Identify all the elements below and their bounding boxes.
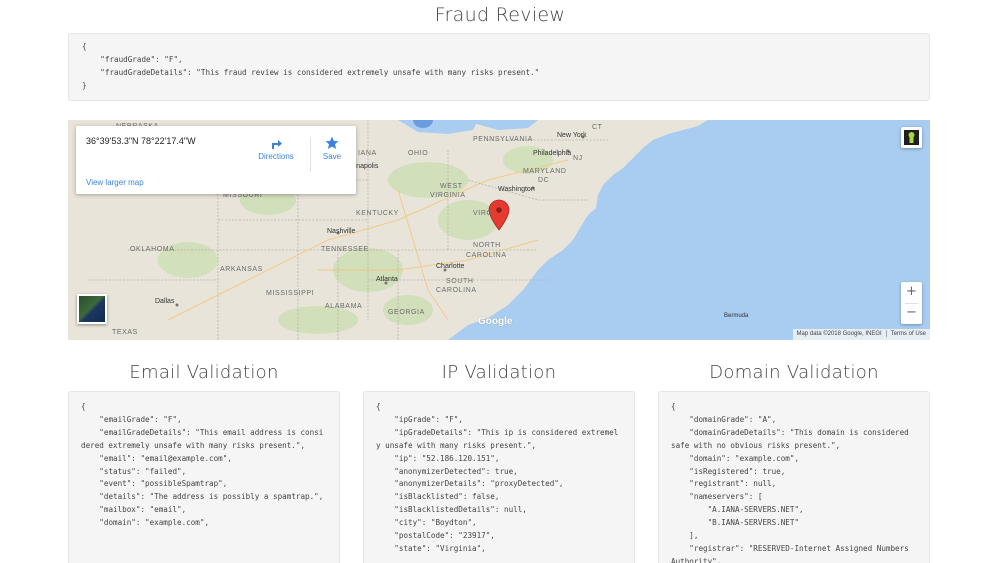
map-label: PENNSYLVANIA — [473, 136, 533, 143]
divider — [310, 138, 311, 172]
zoom-control: + − — [901, 282, 922, 324]
map-label: SOUTH — [446, 278, 474, 285]
terms-link[interactable]: Terms of Use — [891, 331, 926, 337]
email-validation-json: { "emailGrade": "F", "emailGradeDetails"… — [68, 391, 340, 563]
map-label: CAROLINA — [466, 252, 507, 259]
save-label: Save — [322, 152, 342, 161]
zoom-in-button[interactable]: + — [901, 282, 922, 302]
map-label: Washington — [498, 186, 535, 193]
map-label: TENNESSEE — [321, 246, 369, 253]
map-label: NJ — [573, 155, 583, 162]
map-label: KENTUCKY — [356, 210, 399, 217]
map-data-text: Map data ©2018 Google, INEGI — [796, 331, 882, 337]
map-label: Bermuda — [724, 313, 749, 319]
map-label: ARKANSAS — [220, 266, 263, 273]
domain-validation-json: { "domainGrade": "A", "domainGradeDetail… — [658, 391, 930, 563]
map-attribution: Map data ©2018 Google, INEGI Terms of Use — [792, 329, 930, 340]
map-label: CAROLINA — [436, 287, 477, 294]
zoom-out-button[interactable]: − — [901, 303, 922, 323]
map-label: VIRGI — [473, 210, 496, 217]
map-label: Philadelphia — [533, 150, 572, 157]
view-larger-map-link[interactable]: View larger map — [86, 178, 144, 187]
ip-validation-json: { "ipGrade": "F", "ipGradeDetails": "Thi… — [363, 391, 635, 563]
fraud-review-json: { "fraudGrade": "F", "fraudGradeDetails"… — [68, 33, 930, 101]
map-label: CT — [592, 124, 603, 131]
map-label: Charlotte — [436, 263, 465, 270]
satellite-toggle-button[interactable] — [77, 294, 107, 324]
map-label: Dallas — [155, 298, 175, 305]
map-label: OHIO — [408, 150, 429, 157]
ip-validation-title: IP Validation — [441, 362, 557, 383]
pegman-icon — [904, 130, 919, 145]
google-logo: Google — [478, 316, 513, 327]
map-embed[interactable]: NEBRASKA IANA OHIO PENNSYLVANIA New York… — [68, 120, 930, 340]
directions-label: Directions — [258, 152, 294, 161]
map-label: WEST — [440, 183, 463, 190]
map-label: OKLAHOMA — [130, 246, 175, 253]
map-label: MARYLAND — [523, 168, 567, 175]
map-label: Nashville — [327, 228, 356, 235]
map-label: MISSISSIPPI — [266, 290, 315, 297]
directions-icon — [272, 140, 282, 149]
email-validation-title: Email Validation — [129, 362, 279, 383]
map-label: New York — [557, 132, 587, 139]
map-label: DC — [538, 177, 550, 184]
map-label: TEXAS — [112, 329, 138, 336]
star-icon — [325, 136, 339, 149]
directions-button[interactable]: Directions — [256, 136, 296, 161]
page-title: Fraud Review — [434, 4, 566, 26]
map-label: IANA — [358, 150, 377, 157]
fullscreen-button[interactable] — [901, 127, 922, 148]
map-label: ALABAMA — [325, 303, 363, 310]
map-coordinates: 36°39'53.3"N 78°22'17.4"W — [86, 136, 196, 146]
map-label: VIRGINIA — [430, 192, 466, 199]
map-label: Atlanta — [376, 276, 398, 283]
save-button[interactable]: Save — [317, 136, 347, 161]
domain-validation-title: Domain Validation — [709, 362, 879, 383]
map-label: NORTH — [473, 242, 501, 249]
map-label: GEORGIA — [388, 309, 425, 316]
map-info-card: 36°39'53.3"N 78°22'17.4"W Directions Sav… — [76, 126, 356, 194]
